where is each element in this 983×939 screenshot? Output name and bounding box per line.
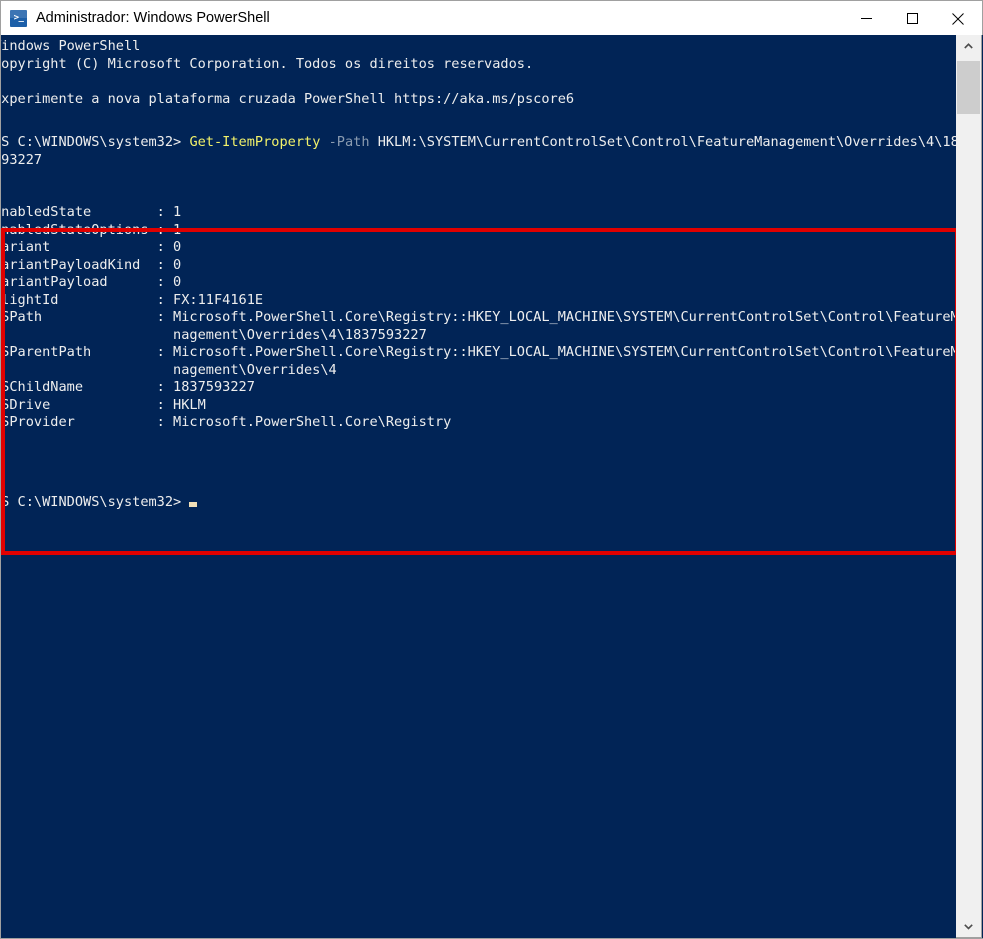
vertical-scrollbar[interactable] — [956, 35, 982, 938]
powershell-prompt-icon: >_ — [10, 9, 27, 27]
text-cursor — [189, 502, 198, 507]
output-line: PSParentPath : Microsoft.PowerShell.Core… — [1, 344, 956, 360]
banner-line-1: Windows PowerShell — [1, 38, 141, 54]
command-argument-part2: 593227 — [1, 151, 43, 168]
output-line: PSPath : Microsoft.PowerShell.Core\Regis… — [1, 309, 956, 325]
command-parameter: -Path — [328, 134, 370, 150]
output-line: nagement\Overrides\4\1837593227 — [1, 326, 427, 343]
output-line: PSChildName : 1837593227 — [1, 379, 255, 395]
console-banner: Windows PowerShell Copyright (C) Microso… — [1, 38, 574, 108]
output-line: nagement\Overrides\4 — [1, 361, 337, 378]
output-line: PSProvider : Microsoft.PowerShell.Core\R… — [1, 414, 452, 430]
window-controls — [843, 2, 981, 35]
close-button[interactable] — [935, 2, 981, 35]
window-titlebar[interactable]: >_ Administrador: Windows PowerShell — [0, 0, 983, 35]
powershell-window: >_ Administrador: Windows PowerShell Win… — [0, 0, 983, 939]
console-active-prompt[interactable]: PS C:\WINDOWS\system32> — [1, 494, 198, 512]
console-body[interactable]: Windows PowerShell Copyright (C) Microso… — [0, 35, 983, 939]
command-argument-part1: HKLM:\SYSTEM\CurrentControlSet\Control\F… — [377, 134, 956, 150]
banner-line-4: Experimente a nova plataforma cruzada Po… — [1, 90, 575, 107]
output-line: VariantPayload : 0 — [1, 274, 182, 290]
active-prompt-text: PS C:\WINDOWS\system32> — [1, 494, 182, 510]
command-prompt: PS C:\WINDOWS\system32> — [1, 134, 182, 150]
output-line: EnabledStateOptions : 1 — [1, 221, 182, 238]
minimize-button[interactable] — [843, 2, 889, 35]
scroll-up-arrow-icon[interactable] — [956, 35, 981, 57]
maximize-button[interactable] — [889, 2, 935, 35]
output-line: PSDrive : HKLM — [1, 396, 206, 413]
scroll-down-arrow-icon[interactable] — [956, 915, 981, 937]
scrollbar-thumb[interactable] — [957, 61, 980, 114]
output-line: FlightId : FX:11F4161E — [1, 291, 264, 308]
output-line: VariantPayloadKind : 0 — [1, 256, 182, 273]
output-line: Variant : 0 — [1, 239, 182, 255]
output-line: EnabledState : 1 — [1, 204, 182, 220]
window-title: Administrador: Windows PowerShell — [36, 10, 270, 26]
banner-line-2: Copyright (C) Microsoft Corporation. Tod… — [1, 55, 534, 72]
console-screen[interactable]: Windows PowerShell Copyright (C) Microso… — [1, 38, 956, 938]
console-output-block: EnabledState : 1 EnabledStateOptions : 1… — [1, 204, 956, 432]
console-command-line: PS C:\WINDOWS\system32> Get-ItemProperty… — [1, 134, 956, 169]
command-cmdlet: Get-ItemProperty — [189, 134, 321, 150]
icon-glyph: >_ — [13, 12, 24, 23]
